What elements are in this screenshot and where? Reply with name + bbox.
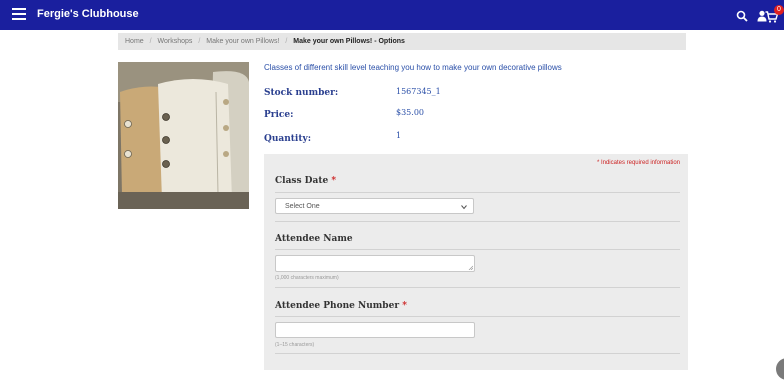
attendee-phone-label: Attendee Phone Number *	[275, 301, 407, 311]
breadcrumb-current: Make your own Pillows! - Options	[293, 38, 405, 45]
quantity-value: 1	[396, 131, 402, 140]
required-asterisk: *	[402, 301, 407, 311]
cart-count-badge: 0	[774, 5, 784, 15]
required-info-note: * Indicates required information	[596, 160, 680, 166]
attendee-name-hint: (1,000 characters maximum)	[275, 275, 339, 281]
stock-number-label: Stock number:	[264, 88, 339, 98]
options-form: * Indicates required information Class D…	[264, 154, 688, 370]
price-value: $35.00	[396, 108, 424, 117]
product-description: Classes of different skill level teachin…	[264, 63, 562, 72]
class-date-selected-value: Select One	[285, 203, 320, 210]
quantity-label: Quantity:	[264, 134, 312, 144]
breadcrumb-home[interactable]: Home	[125, 38, 144, 45]
attendee-name-field[interactable]	[275, 255, 475, 272]
breadcrumb-make-pillows[interactable]: Make your own Pillows!	[206, 38, 279, 45]
hamburger-icon[interactable]	[12, 8, 26, 21]
class-date-select[interactable]: Select One	[275, 198, 474, 214]
attendee-phone-hint: (1–15 characters)	[275, 342, 315, 348]
attendee-phone-field[interactable]	[275, 322, 475, 338]
site-title[interactable]: Fergie's Clubhouse	[37, 8, 139, 20]
stock-number-value: 1567345_1	[396, 87, 441, 96]
divider	[275, 287, 680, 288]
required-asterisk: *	[331, 176, 337, 186]
price-label: Price:	[264, 110, 294, 120]
cart-button[interactable]: 0	[765, 5, 784, 23]
class-date-label: Class Date *	[275, 176, 337, 186]
resize-handle-icon[interactable]	[468, 265, 473, 270]
product-image	[118, 62, 249, 209]
floating-action-button[interactable]	[776, 358, 784, 380]
divider	[275, 221, 680, 222]
divider	[275, 192, 680, 193]
attendee-name-label: Attendee Name	[275, 234, 353, 244]
divider	[275, 249, 680, 250]
divider	[275, 353, 680, 354]
breadcrumb-workshops[interactable]: Workshops	[158, 38, 193, 45]
breadcrumb: Home / Workshops / Make your own Pillows…	[118, 33, 686, 50]
search-icon[interactable]	[736, 7, 752, 23]
divider	[275, 316, 680, 317]
top-navigation-bar: Fergie's Clubhouse 0	[0, 0, 784, 30]
chevron-down-icon	[461, 205, 467, 210]
